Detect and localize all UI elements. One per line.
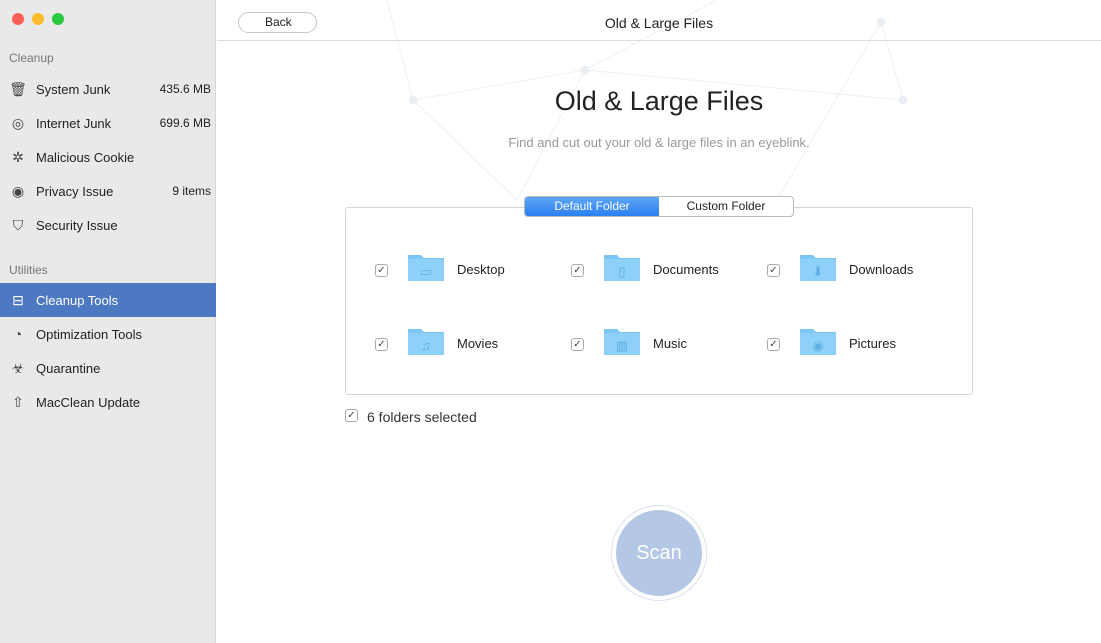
sidebar-item-label: Quarantine: [36, 360, 101, 376]
sidebar-item-label: Cleanup Tools: [36, 292, 119, 308]
sidebar-item-security-issue[interactable]: ⛉ Security Issue: [0, 208, 216, 242]
svg-text:▥: ▥: [616, 338, 628, 353]
scan-button[interactable]: Scan: [616, 510, 702, 596]
svg-text:♫: ♫: [421, 338, 431, 353]
tab-custom-folder[interactable]: Custom Folder: [659, 197, 793, 216]
folder-icon: ▯: [604, 255, 640, 281]
folder-checkbox-documents[interactable]: ✓: [571, 264, 584, 277]
sidebar-item-quarantine[interactable]: ☣ Quarantine: [0, 351, 216, 385]
sidebar-item-value: 699.6 MB: [159, 116, 211, 130]
sidebar-item-label: Optimization Tools: [36, 326, 142, 342]
sidebar-item-cleanup-tools[interactable]: ⊟ Cleanup Tools: [0, 283, 216, 317]
page-title: Old & Large Files: [554, 86, 764, 116]
folder-icon: ♫: [408, 329, 444, 355]
arrow-up-icon: ⇧: [12, 393, 24, 410]
section-cleanup: Cleanup: [9, 51, 54, 65]
sidebar: Cleanup 🗑 System Junk 435.6 MB ◎ Internet Ju…: [0, 0, 216, 643]
sidebar-item-label: Malicious Cookie: [36, 149, 135, 165]
sidebar-item-label: Internet Junk: [36, 115, 112, 131]
folder-checkbox-desktop[interactable]: ✓: [375, 264, 388, 277]
folder-panel: [345, 207, 973, 395]
sidebar-item-internet-junk[interactable]: ◎ Internet Junk 699.6 MB: [0, 106, 216, 140]
header-divider: [217, 40, 1101, 41]
folders-selected-label: 6 folders selected: [367, 409, 477, 425]
folder-label: Documents: [653, 262, 719, 277]
zoom-window-button[interactable]: [52, 13, 64, 25]
minimize-window-button[interactable]: [32, 13, 44, 25]
sidebar-item-value: 9 items: [172, 184, 211, 198]
folder-icon: ◉: [800, 329, 836, 355]
sidebar-item-label: System Junk: [36, 81, 111, 97]
svg-text:▯: ▯: [618, 264, 625, 279]
sidebar-item-optimization-tools[interactable]: ◔ Optimization Tools: [0, 317, 216, 351]
bug-icon: ✲: [12, 148, 24, 165]
eye-icon: ◉: [11, 182, 25, 199]
main-panel: Back Old & Large Files Old & Large Files…: [217, 0, 1101, 643]
sidebar-item-label: Security Issue: [36, 217, 118, 233]
page-subtitle: Find and cut out your old & large files …: [508, 135, 810, 150]
biohazard-icon: ☣: [11, 359, 25, 376]
folder-label: Movies: [457, 336, 499, 351]
sidebar-item-privacy-issue[interactable]: ◉ Privacy Issue 9 items: [0, 174, 216, 208]
gauge-icon: ◔: [13, 326, 23, 342]
select-all-checkbox[interactable]: ✓: [345, 409, 358, 422]
folder-icon: ▭: [408, 255, 444, 281]
window-title: Old & Large Files: [604, 15, 714, 31]
sidebar-item-system-junk[interactable]: 🗑 System Junk 435.6 MB: [0, 72, 216, 106]
folder-checkbox-music[interactable]: ✓: [571, 338, 584, 351]
folder-label: Pictures: [849, 336, 896, 351]
folder-checkbox-downloads[interactable]: ✓: [767, 264, 780, 277]
folder-label: Desktop: [457, 262, 505, 277]
sidebar-item-malicious-cookie[interactable]: ✲ Malicious Cookie: [0, 140, 216, 174]
sidebar-item-value: 435.6 MB: [159, 82, 211, 96]
shield-icon: ⛉: [12, 216, 24, 233]
folder-label: Music: [653, 336, 687, 351]
compass-icon: ◎: [11, 114, 25, 131]
folder-checkbox-pictures[interactable]: ✓: [767, 338, 780, 351]
trash-icon: 🗑: [9, 80, 27, 97]
folder-label: Downloads: [849, 262, 914, 277]
toolbox-icon: ⊟: [12, 291, 24, 308]
section-utilities: Utilities: [9, 263, 48, 277]
folder-icon: ▥: [604, 329, 640, 355]
folder-icon: ⬇: [800, 255, 836, 281]
close-window-button[interactable]: [12, 13, 24, 25]
folder-checkbox-movies[interactable]: ✓: [375, 338, 388, 351]
folder-mode-segmented-control: Default Folder Custom Folder: [524, 196, 794, 217]
sidebar-item-macclean-update[interactable]: ⇧ MacClean Update: [0, 385, 216, 419]
svg-text:▭: ▭: [420, 264, 432, 279]
tab-default-folder[interactable]: Default Folder: [525, 197, 659, 216]
sidebar-item-label: Privacy Issue: [36, 183, 114, 199]
svg-text:◉: ◉: [812, 338, 823, 353]
svg-text:⬇: ⬇: [813, 264, 824, 279]
sidebar-item-label: MacClean Update: [36, 394, 141, 410]
